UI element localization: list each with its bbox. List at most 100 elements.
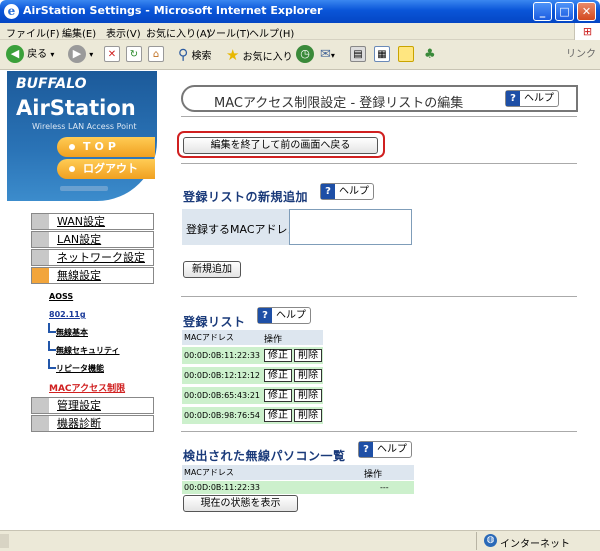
mail-button[interactable]: ✉▾ — [320, 45, 335, 65]
table-header-op: 操作 — [262, 330, 323, 345]
nav-wireless[interactable]: 無線設定 — [31, 267, 154, 284]
show-current-status-button[interactable]: 現在の状態を表示 — [183, 495, 298, 512]
status-divider — [476, 532, 477, 550]
row-op: --- — [380, 483, 389, 492]
help-button[interactable]: ? ヘルプ — [257, 307, 311, 324]
top-button[interactable]: TOP — [57, 137, 155, 157]
delete-button[interactable]: 削除 — [294, 349, 322, 362]
edit-button[interactable]: 修正 — [264, 389, 292, 402]
row-mac: 00:0D:0B:12:12:12 — [184, 371, 261, 380]
home-icon: ⌂ — [148, 46, 164, 62]
stop-button[interactable]: ✕ — [104, 45, 120, 65]
nav-admin[interactable]: 管理設定 — [31, 397, 154, 414]
row-mac: 00:0D:0B:98:76:54 — [184, 411, 261, 420]
edit-button[interactable]: 修正 — [264, 349, 292, 362]
bullet-icon — [69, 144, 75, 150]
menu-view[interactable]: 表示(V) — [106, 25, 141, 40]
question-icon: ? — [506, 91, 520, 106]
messenger-button[interactable]: ♣ — [424, 45, 436, 65]
toolbar: ◀ 戻る ▾ ▶ ▾ ✕ ↻ ⌂ ⚲ 検索 ★ お気に入り ◷ ✉▾ ▤ ▦ ♣… — [0, 40, 600, 70]
menu-help[interactable]: ヘルプ(H) — [249, 25, 294, 40]
menu-edit[interactable]: 編集(E) — [62, 25, 96, 40]
sub-wireless-basic[interactable]: 無線基本 — [48, 323, 88, 338]
divider — [181, 163, 577, 164]
window-title: AirStation Settings - Microsoft Internet… — [23, 4, 323, 17]
discuss-button[interactable] — [398, 45, 414, 65]
divider — [181, 296, 577, 297]
star-icon: ★ — [226, 46, 240, 64]
sub-aoss[interactable]: AOSS — [49, 292, 73, 301]
sub-wireless-security[interactable]: 無線セキュリティ — [48, 341, 120, 356]
nav-diagnostics[interactable]: 機器診断 — [31, 415, 154, 432]
refresh-button[interactable]: ↻ — [126, 45, 142, 65]
nav-square-icon — [32, 398, 49, 413]
airstation-logo: AirStation — [16, 96, 136, 120]
search-button[interactable]: ⚲ 検索 — [178, 45, 211, 65]
menu-tools[interactable]: ツール(T) — [206, 25, 250, 40]
print-button[interactable]: ▤ — [350, 45, 366, 65]
divider — [181, 116, 577, 117]
row-mac: 00:0D:0B:65:43:21 — [184, 391, 261, 400]
home-button[interactable]: ⌂ — [148, 45, 164, 65]
nav-square-icon — [32, 232, 49, 247]
forward-button[interactable]: ▶ ▾ — [68, 45, 93, 65]
forward-arrow-icon: ▶ — [68, 45, 86, 63]
nav-label: 無線設定 — [57, 269, 101, 282]
edit-button[interactable]: 修正 — [264, 409, 292, 422]
discuss-icon — [398, 46, 414, 62]
table-header-op: 操作 — [362, 465, 414, 480]
back-button[interactable]: ◀ 戻る ▾ — [6, 45, 54, 65]
delete-button[interactable]: 削除 — [294, 389, 322, 402]
row-mac: 00:0D:0B:11:22:33 — [184, 483, 261, 492]
edit-button[interactable]: 修正 — [264, 369, 292, 382]
help-button[interactable]: ? ヘルプ — [505, 90, 559, 107]
logout-button[interactable]: ログアウト — [57, 159, 155, 179]
help-button[interactable]: ? ヘルプ — [320, 183, 374, 200]
chevron-down-icon: ▾ — [89, 50, 94, 59]
detected-section-title: 検出された無線パソコン一覧 — [183, 449, 346, 463]
question-icon: ? — [258, 308, 272, 323]
globe-icon: ◍ — [484, 534, 497, 547]
delete-button[interactable]: 削除 — [294, 409, 322, 422]
back-to-previous-button[interactable]: 編集を終了して前の画面へ戻る — [183, 137, 378, 154]
page-title: MACアクセス制限設定 - 登録リストの編集 — [214, 96, 464, 111]
sub-80211g[interactable]: 802.11g — [49, 310, 86, 319]
top-label: TOP — [83, 140, 120, 153]
title-bar: e AirStation Settings - Microsoft Intern… — [0, 0, 600, 23]
search-label: 検索 — [191, 51, 212, 62]
nav-network[interactable]: ネットワーク設定 — [31, 249, 154, 266]
add-new-button[interactable]: 新規追加 — [183, 261, 241, 278]
minimize-button[interactable]: _ — [533, 2, 552, 21]
logout-label: ログアウト — [83, 162, 138, 175]
favorites-button[interactable]: ★ お気に入り — [226, 45, 293, 65]
edit-button[interactable]: ▦ — [374, 45, 390, 65]
history-button[interactable]: ◷ — [296, 45, 314, 65]
sub-repeater[interactable]: リピータ機能 — [48, 359, 104, 374]
nav-lan[interactable]: LAN設定 — [31, 231, 154, 248]
help-label: ヘルプ — [276, 310, 306, 321]
close-button[interactable]: ✕ — [577, 2, 596, 21]
chevron-down-icon: ▾ — [330, 51, 335, 60]
search-icon: ⚲ — [178, 47, 189, 63]
stop-icon: ✕ — [104, 46, 120, 62]
nav-wan[interactable]: WAN設定 — [31, 213, 154, 230]
list-section-title: 登録リスト — [183, 315, 246, 329]
status-pane — [0, 534, 9, 548]
print-icon: ▤ — [350, 46, 366, 62]
mac-address-input[interactable] — [289, 209, 412, 245]
nav-square-icon — [32, 416, 49, 431]
menu-file[interactable]: ファイル(F) — [6, 25, 60, 40]
help-button[interactable]: ? ヘルプ — [358, 441, 412, 458]
links-label[interactable]: リンク — [566, 45, 596, 65]
delete-button[interactable]: 削除 — [294, 369, 322, 382]
row-mac: 00:0D:0B:11:22:33 — [184, 351, 261, 360]
sub-mac-access[interactable]: MACアクセス制限 — [49, 381, 125, 394]
table-header-mac: MACアドレス — [182, 330, 262, 345]
menu-bar: ファイル(F) 編集(E) 表示(V) お気に入り(A) ツール(T) ヘルプ(… — [0, 23, 600, 40]
buffalo-logo: BUFFALO — [16, 76, 87, 92]
nav-label: 管理設定 — [57, 399, 101, 412]
maximize-button[interactable]: □ — [555, 2, 574, 21]
menu-favorites[interactable]: お気に入り(A) — [146, 25, 211, 40]
nav-label: 機器診断 — [57, 417, 101, 430]
mail-icon: ✉ — [320, 47, 331, 62]
